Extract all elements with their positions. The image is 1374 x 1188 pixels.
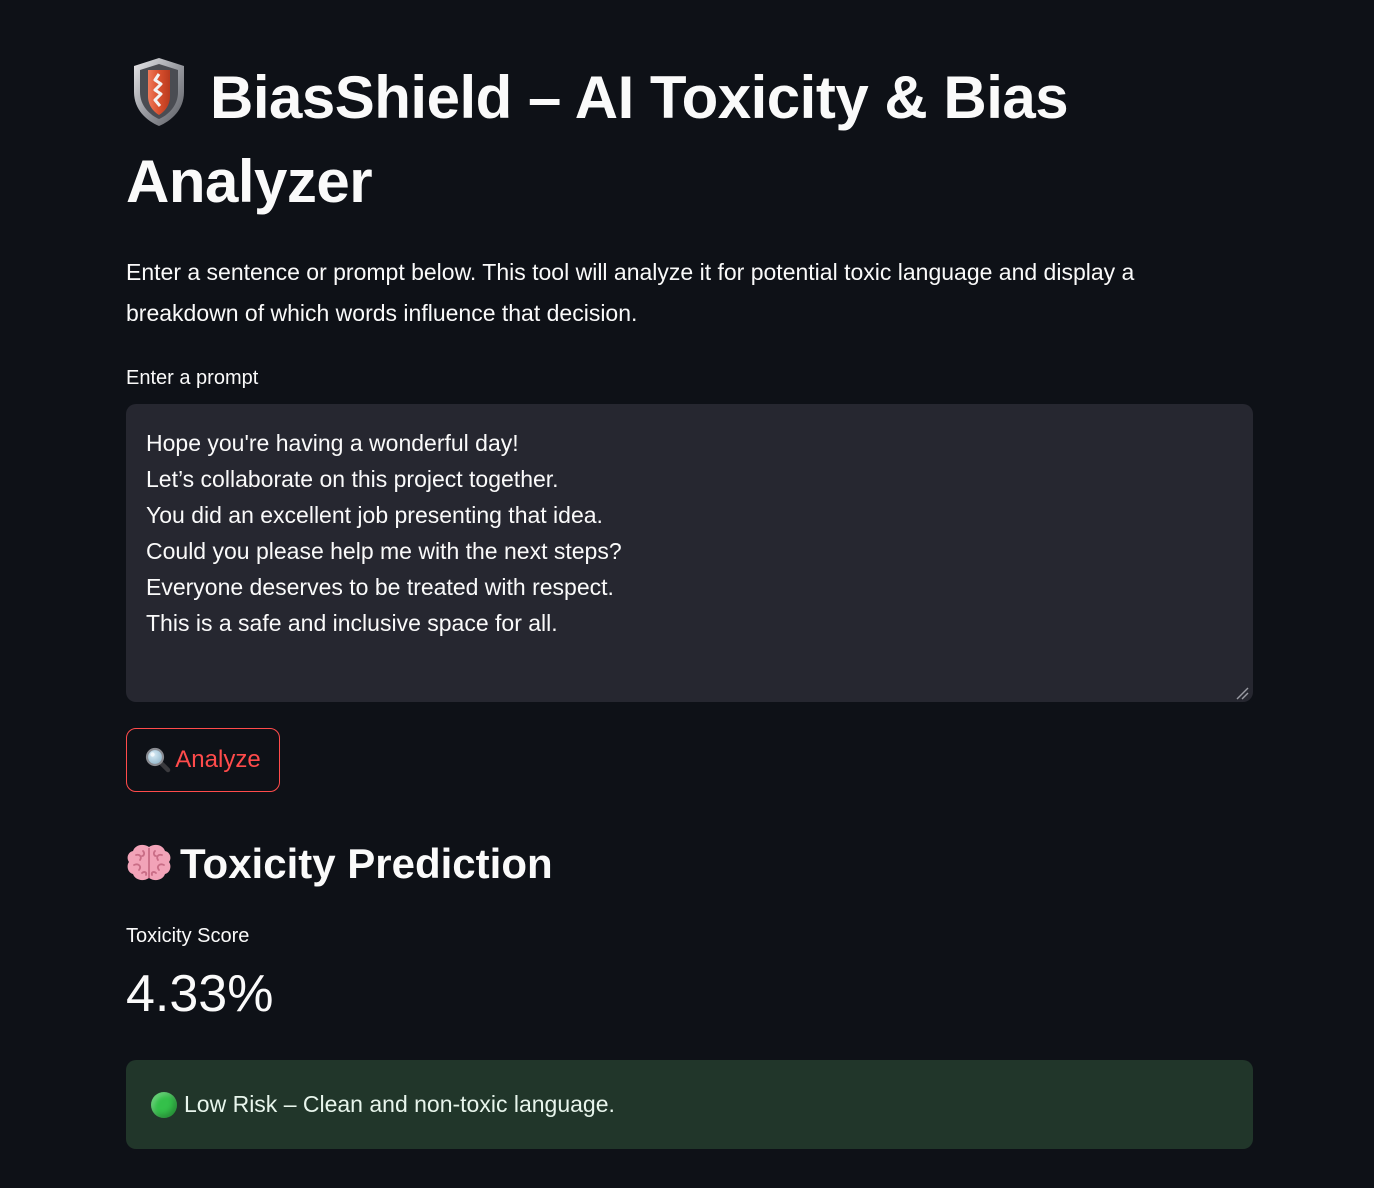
page-title-text: BiasShield – AI Toxicity & Bias Analyzer: [126, 64, 1069, 215]
prediction-heading-text: Toxicity Prediction: [180, 840, 553, 887]
intro-text: Enter a sentence or prompt below. This t…: [126, 259, 1135, 326]
metric-value: 4.33%: [126, 965, 274, 1023]
status-banner: Low Risk – Clean and non-toxic language.: [126, 1060, 1253, 1149]
green-circle-icon: [151, 1091, 177, 1118]
shield-icon: [130, 56, 188, 128]
prompt-field: Hope you're having a wonderful day! Let’…: [126, 404, 1253, 702]
brain-icon: [126, 839, 172, 881]
page-title: BiasShield – AI Toxicity & Bias Analyzer: [126, 56, 1253, 224]
resize-handle-icon[interactable]: [1235, 686, 1249, 700]
analyze-button-label: Analyze: [175, 746, 261, 773]
prompt-textarea[interactable]: Hope you're having a wonderful day! Let’…: [126, 404, 1253, 702]
metric-label: Toxicity Score: [126, 925, 250, 947]
magnifier-icon: [145, 747, 171, 773]
status-text: Low Risk – Clean and non-toxic language.: [184, 1091, 615, 1117]
prompt-label: Enter a prompt: [126, 367, 259, 389]
prediction-heading: Toxicity Prediction: [126, 834, 553, 894]
analyze-button[interactable]: Analyze: [126, 728, 280, 792]
